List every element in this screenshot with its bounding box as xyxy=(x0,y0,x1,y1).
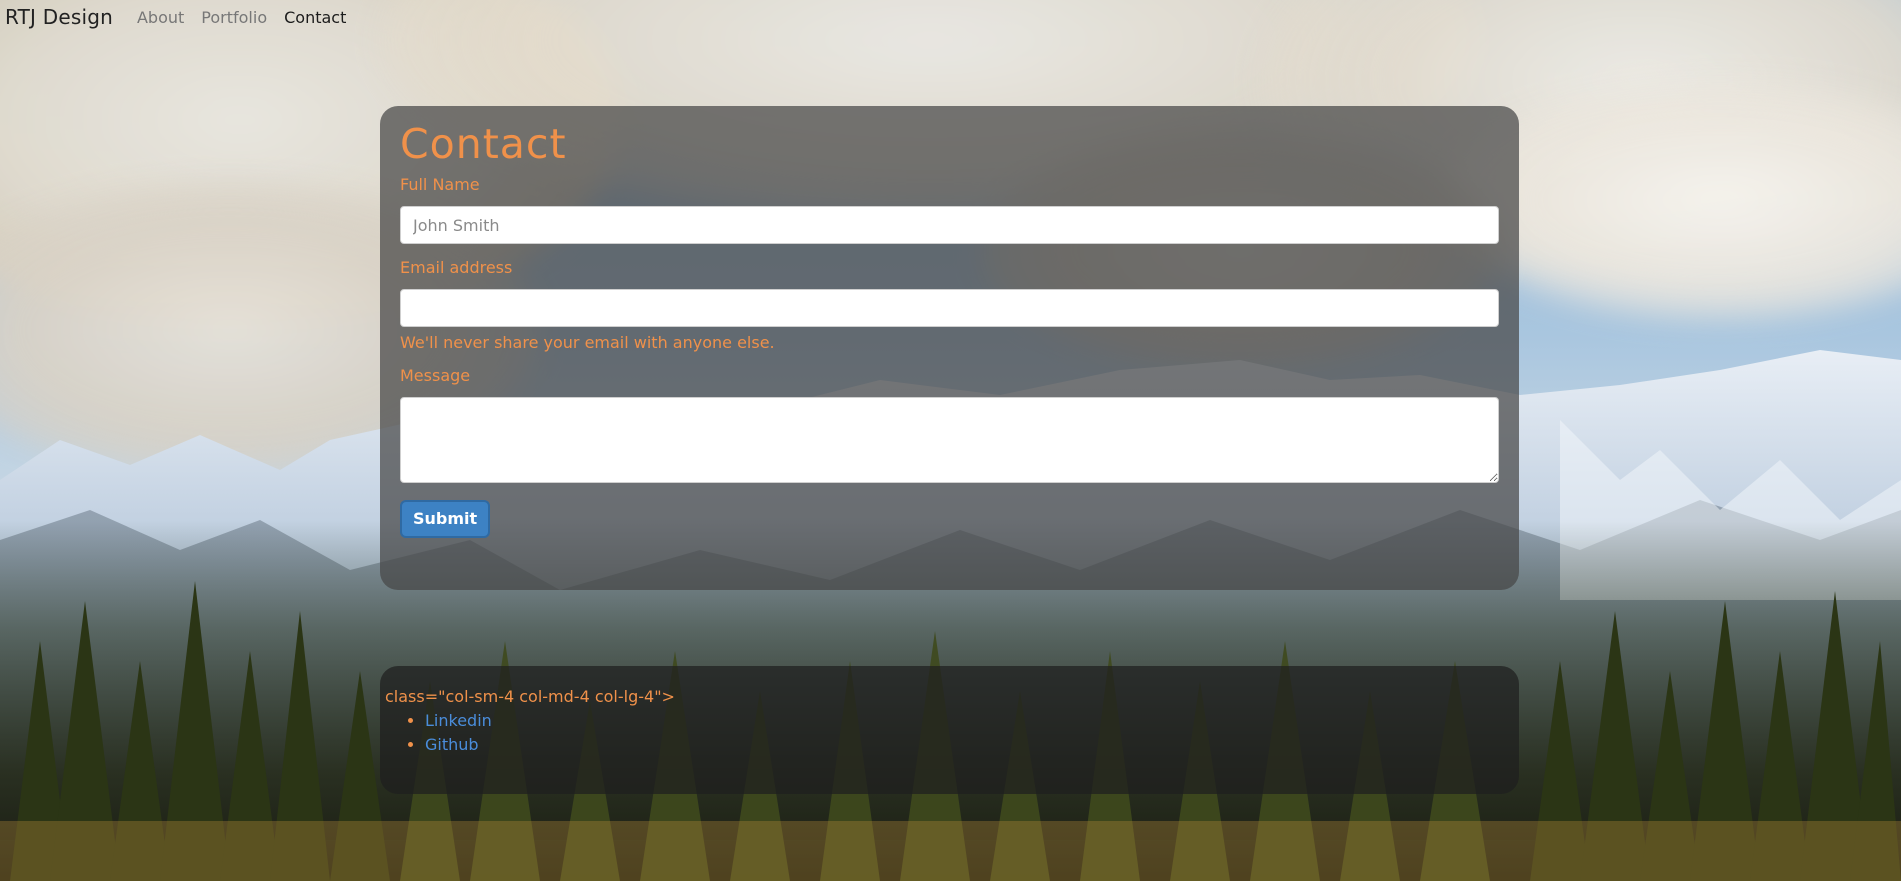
nav-link-about[interactable]: About xyxy=(137,8,184,27)
footer-stray-text: class="col-sm-4 col-md-4 col-lg-4"> xyxy=(385,687,675,706)
list-item: Github xyxy=(425,733,1514,757)
nav-links: About Portfolio Contact xyxy=(137,8,346,27)
linkedin-link[interactable]: Linkedin xyxy=(425,711,492,730)
footer-panel: class="col-sm-4 col-md-4 col-lg-4"> Link… xyxy=(380,666,1519,794)
email-input[interactable] xyxy=(400,289,1499,327)
full-name-input[interactable] xyxy=(400,206,1499,244)
message-label: Message xyxy=(400,366,471,385)
full-name-group: Full Name xyxy=(400,176,1499,244)
message-group: Message xyxy=(400,367,1499,483)
brand-logo-link[interactable]: RTJ Design xyxy=(5,5,113,29)
nav-link-contact[interactable]: Contact xyxy=(284,8,346,27)
full-name-label: Full Name xyxy=(400,175,480,194)
nav-link-portfolio[interactable]: Portfolio xyxy=(201,8,267,27)
footer-social-list: Linkedin Github xyxy=(385,709,1514,757)
list-item: Linkedin xyxy=(425,709,1514,733)
submit-button[interactable]: Submit xyxy=(400,500,491,538)
github-link[interactable]: Github xyxy=(425,735,479,754)
email-help-text: We'll never share your email with anyone… xyxy=(400,333,775,352)
email-group: Email address We'll never share your ema… xyxy=(400,259,1499,352)
top-navbar: RTJ Design About Portfolio Contact xyxy=(0,0,346,34)
message-textarea[interactable] xyxy=(400,397,1499,483)
contact-panel: Contact Full Name Email address We'll ne… xyxy=(380,106,1519,590)
email-label: Email address xyxy=(400,258,513,277)
page-title: Contact xyxy=(400,120,567,168)
